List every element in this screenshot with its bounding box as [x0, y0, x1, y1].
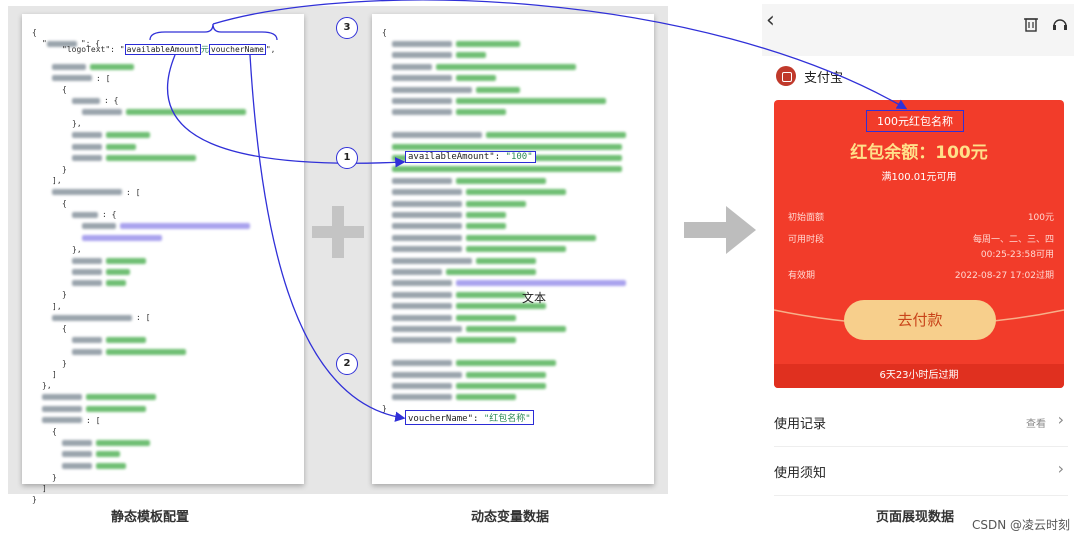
caption-static-template: 静态模板配置	[110, 510, 189, 525]
step-3-marker: 3	[336, 17, 358, 39]
step-1-marker: 1	[336, 147, 358, 169]
watermark: CSDN @凌云时刻	[971, 518, 1070, 532]
connector-lines	[149, 0, 908, 422]
caption-page-display: 页面展现数据	[875, 510, 954, 525]
caption-dynamic-data: 动态变量数据	[470, 510, 549, 525]
step-2-marker: 2	[336, 353, 358, 375]
